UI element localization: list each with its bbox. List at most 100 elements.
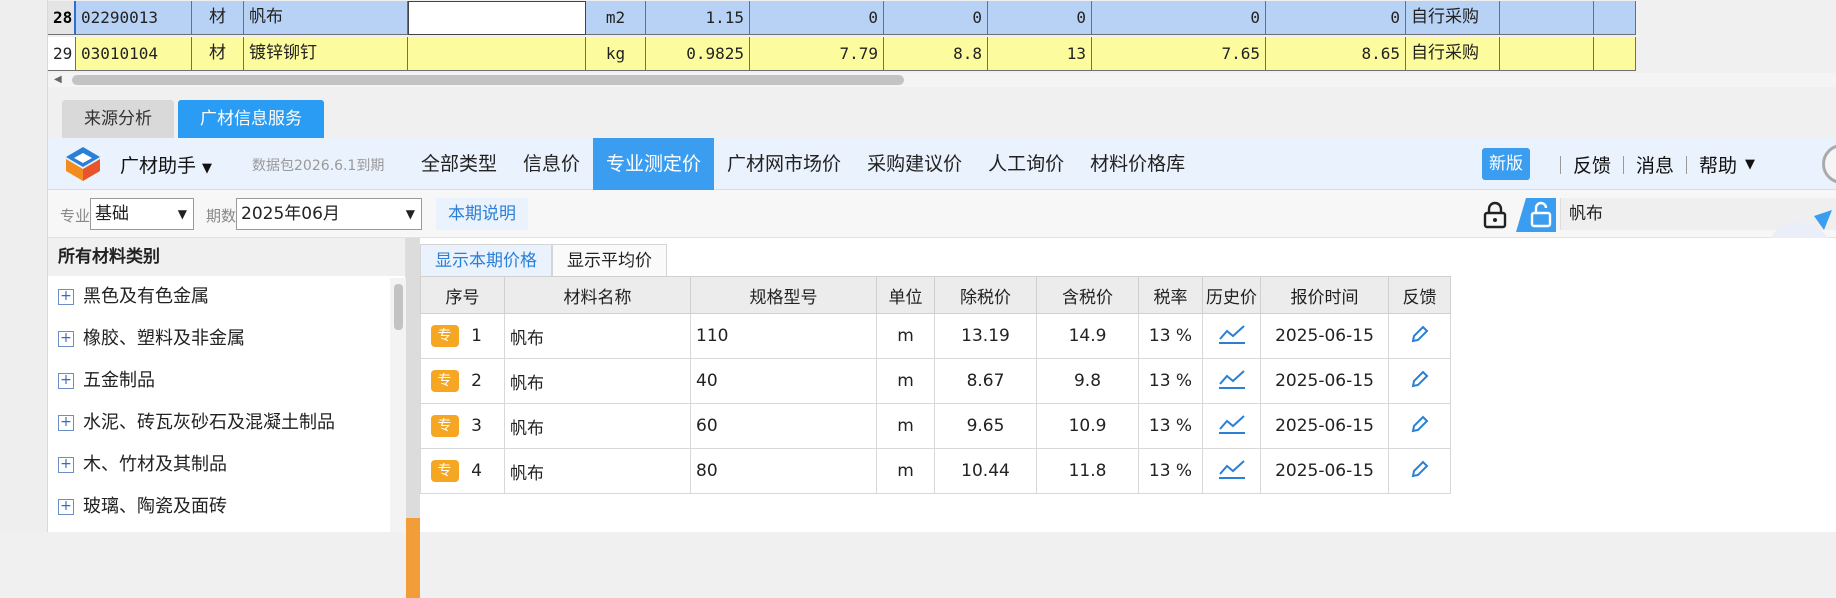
spec-cell[interactable]: 40 xyxy=(690,358,877,404)
material-name-cell[interactable]: 帆布 xyxy=(504,358,691,404)
grid-cell-empty[interactable] xyxy=(1594,37,1636,71)
ex-tax-price-cell[interactable]: 9.65 xyxy=(934,403,1037,449)
table-row[interactable]: 专2 帆布 40 m 8.67 9.8 13 % 2025-06-15 xyxy=(420,358,1451,404)
in-tax-price-cell[interactable]: 14.9 xyxy=(1036,313,1139,359)
grid-cell-supply[interactable]: 自行采购 xyxy=(1406,1,1500,35)
in-tax-price-cell[interactable]: 10.9 xyxy=(1036,403,1139,449)
unlock-icon[interactable] xyxy=(1516,198,1556,232)
quote-date-cell[interactable]: 2025-06-15 xyxy=(1260,403,1389,449)
nav-manual-inquiry[interactable]: 人工询价 xyxy=(975,138,1077,190)
tax-rate-cell[interactable]: 13 % xyxy=(1138,358,1203,404)
grid-cell-name[interactable]: 帆布 xyxy=(244,1,408,35)
new-version-button[interactable]: 新版 xyxy=(1482,148,1530,180)
scrollbar-thumb[interactable] xyxy=(72,75,904,85)
grid-cell-v1[interactable]: 0 xyxy=(750,1,884,35)
sidebar-item-glass-ceramics[interactable]: + 玻璃、陶瓷及面砖 xyxy=(48,486,405,528)
grid-cell-name[interactable]: 镀锌铆钉 xyxy=(244,37,408,71)
ex-tax-price-cell[interactable]: 10.44 xyxy=(934,448,1037,494)
column-header[interactable]: 含税价 xyxy=(1036,276,1139,314)
period-select[interactable]: 2025年06月 ▼ xyxy=(236,198,422,230)
unit-cell[interactable]: m xyxy=(876,403,935,449)
unit-cell[interactable]: m xyxy=(876,313,935,359)
sidebar-splitter[interactable] xyxy=(406,238,420,598)
grid-cell-unit[interactable]: m2 xyxy=(586,1,646,35)
nav-purchase-price[interactable]: 采购建议价 xyxy=(854,138,975,190)
circle-icon[interactable] xyxy=(1822,144,1836,184)
sidebar-item-rubber-plastics[interactable]: + 橡胶、塑料及非金属 xyxy=(48,318,405,360)
scrollbar-thumb[interactable] xyxy=(394,284,403,330)
lock-icon[interactable] xyxy=(1482,201,1508,229)
scroll-left-icon[interactable]: ◀ xyxy=(54,74,62,85)
grid-cell-spec[interactable] xyxy=(408,37,586,71)
grid-cell-qty[interactable]: 1.15 xyxy=(646,1,750,35)
grid-row[interactable]: 29 03010104 材 镀锌铆钉 kg 0.9825 7.79 8.8 13… xyxy=(48,37,1636,71)
sidebar-scrollbar[interactable] xyxy=(390,278,406,532)
spec-cell[interactable]: 80 xyxy=(690,448,877,494)
edit-pencil-icon[interactable] xyxy=(1410,369,1430,389)
sidebar-item-metals[interactable]: + 黑色及有色金属 xyxy=(48,276,405,318)
quote-date-cell[interactable]: 2025-06-15 xyxy=(1260,448,1389,494)
sidebar-item-cement-concrete[interactable]: + 水泥、砖瓦灰砂石及混凝土制品 xyxy=(48,402,405,444)
grid-cell-v2[interactable]: 8.8 xyxy=(884,37,988,71)
grid-cell-v3[interactable]: 13 xyxy=(988,37,1092,71)
grid-cell-qty[interactable]: 0.9825 xyxy=(646,37,750,71)
unit-cell[interactable]: m xyxy=(876,448,935,494)
in-tax-price-cell[interactable]: 9.8 xyxy=(1036,358,1139,404)
grid-cell-spec-editor[interactable] xyxy=(408,1,586,35)
edit-pencil-icon[interactable] xyxy=(1410,459,1430,479)
column-header[interactable]: 报价时间 xyxy=(1260,276,1389,314)
sidebar-item-wood-bamboo[interactable]: + 木、竹材及其制品 xyxy=(48,444,405,486)
column-header[interactable]: 除税价 xyxy=(934,276,1037,314)
trend-chart-icon[interactable] xyxy=(1218,368,1246,390)
column-header[interactable]: 反馈 xyxy=(1388,276,1451,314)
trend-chart-icon[interactable] xyxy=(1218,413,1246,435)
grid-cell-v1[interactable]: 7.79 xyxy=(750,37,884,71)
grid-cell-code[interactable]: 03010104 xyxy=(76,37,192,71)
column-header[interactable]: 税率 xyxy=(1138,276,1203,314)
nav-professional-price[interactable]: 专业测定价 xyxy=(593,138,715,190)
nav-price-library[interactable]: 材料价格库 xyxy=(1077,138,1198,190)
column-header[interactable]: 单位 xyxy=(876,276,935,314)
grid-cell-code[interactable]: 02290013 xyxy=(76,1,192,35)
assistant-menu[interactable]: 广材助手 ▼ xyxy=(120,151,212,178)
edit-pencil-icon[interactable] xyxy=(1410,414,1430,434)
material-name-cell[interactable]: 帆布 xyxy=(504,313,691,359)
expand-plus-icon[interactable]: + xyxy=(58,415,74,431)
trend-chart-icon[interactable] xyxy=(1218,323,1246,345)
grid-row-selected[interactable]: 28 02290013 材 帆布 m2 1.15 0 0 0 0 0 自行采购 xyxy=(48,1,1636,35)
in-tax-price-cell[interactable]: 11.8 xyxy=(1036,448,1139,494)
ex-tax-price-cell[interactable]: 13.19 xyxy=(934,313,1037,359)
expand-plus-icon[interactable]: + xyxy=(58,373,74,389)
specialty-select[interactable]: 基础 ▼ xyxy=(90,198,194,230)
horizontal-scrollbar[interactable]: ◀ xyxy=(48,73,1836,87)
sidebar-item-hardware[interactable]: + 五金制品 xyxy=(48,360,405,402)
grid-cell-supply[interactable]: 自行采购 xyxy=(1406,37,1500,71)
tab-current-price[interactable]: 显示本期价格 xyxy=(420,244,552,276)
material-name-cell[interactable]: 帆布 xyxy=(504,403,691,449)
unit-cell[interactable]: m xyxy=(876,358,935,404)
grid-cell-type[interactable]: 材 xyxy=(192,1,244,35)
grid-cell-empty[interactable] xyxy=(1500,37,1594,71)
grid-cell-v3[interactable]: 0 xyxy=(988,1,1092,35)
grid-cell-v2[interactable]: 0 xyxy=(884,1,988,35)
nav-all-types[interactable]: 全部类型 xyxy=(408,138,510,190)
quote-date-cell[interactable]: 2025-06-15 xyxy=(1260,358,1389,404)
collapse-sidebar-icon[interactable] xyxy=(406,518,420,598)
grid-cell-type[interactable]: 材 xyxy=(192,37,244,71)
table-row[interactable]: 专1 帆布 110 m 13.19 14.9 13 % 2025-06-15 xyxy=(420,313,1451,359)
feedback-link[interactable]: 反馈 xyxy=(1573,151,1611,178)
table-row[interactable]: 专3 帆布 60 m 9.65 10.9 13 % 2025-06-15 xyxy=(420,403,1451,449)
tax-rate-cell[interactable]: 13 % xyxy=(1138,403,1203,449)
column-header[interactable]: 规格型号 xyxy=(690,276,877,314)
column-header[interactable]: 材料名称 xyxy=(504,276,691,314)
expand-plus-icon[interactable]: + xyxy=(58,457,74,473)
grid-cell-unit[interactable]: kg xyxy=(586,37,646,71)
grid-cell-v5[interactable]: 0 xyxy=(1266,1,1406,35)
tax-rate-cell[interactable]: 13 % xyxy=(1138,448,1203,494)
grid-cell-v4[interactable]: 7.65 xyxy=(1092,37,1266,71)
grid-cell-v5[interactable]: 8.65 xyxy=(1266,37,1406,71)
table-row[interactable]: 专4 帆布 80 m 10.44 11.8 13 % 2025-06-15 xyxy=(420,448,1451,494)
tab-source-analysis[interactable]: 来源分析 xyxy=(62,100,174,138)
nav-market-price[interactable]: 广材网市场价 xyxy=(714,138,854,190)
spec-cell[interactable]: 110 xyxy=(690,313,877,359)
